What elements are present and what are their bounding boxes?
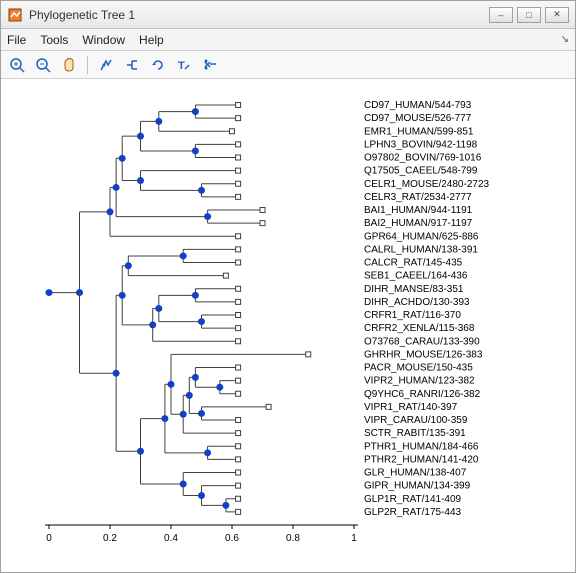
app-icon	[7, 7, 23, 23]
leaf-label: PACR_MOUSE/150-435	[364, 363, 473, 374]
leaf-label: VIPR_CARAU/100-359	[364, 415, 468, 426]
leaf-label: CALCR_RAT/145-435	[364, 258, 463, 269]
svg-text:1: 1	[351, 533, 357, 544]
menu-file[interactable]: File	[7, 33, 26, 47]
leaf-label: BAI2_HUMAN/917-1197	[364, 218, 473, 229]
toolbar: T	[1, 51, 575, 79]
leaf-label: LPHN3_BOVIN/942-1198	[364, 139, 478, 150]
svg-text:0.8: 0.8	[286, 533, 300, 544]
leaf-label: DIHR_MANSE/83-351	[364, 284, 464, 295]
svg-text:0.6: 0.6	[225, 533, 239, 544]
leaf-label: CD97_HUMAN/544-793	[364, 100, 472, 111]
titlebar: Phylogenetic Tree 1 – □ ✕	[1, 1, 575, 29]
inspect-icon[interactable]	[96, 55, 116, 75]
leaf-label: O73768_CARAU/133-390	[364, 336, 480, 347]
leaf-label: GLP2R_RAT/175-443	[364, 507, 462, 518]
app-window: Phylogenetic Tree 1 – □ ✕ File Tools Win…	[0, 0, 576, 573]
menubar: File Tools Window Help ↘	[1, 29, 575, 51]
leaf-label: CELR3_RAT/2534-2777	[364, 192, 472, 203]
leaf-label: O97802_BOVIN/769-1016	[364, 153, 482, 164]
leaf-label: CELR1_MOUSE/2480-2723	[364, 179, 490, 190]
menu-overflow-icon[interactable]: ↘	[561, 34, 569, 45]
leaf-label: Q17505_CAEEL/548-799	[364, 166, 478, 177]
svg-text:0: 0	[46, 533, 52, 544]
leaf-label: GIPR_HUMAN/134-399	[364, 481, 471, 492]
minimize-button[interactable]: –	[489, 7, 513, 23]
leaf-label: VIPR2_HUMAN/123-382	[364, 376, 475, 387]
leaf-label: Q9YHC6_RANRI/126-382	[364, 389, 481, 400]
leaf-label: CD97_MOUSE/526-777	[364, 113, 472, 124]
plot-inner[interactable]: CD97_HUMAN/544-793 CD97_MOUSE/526-777 EMR1…	[9, 87, 567, 564]
window-buttons: – □ ✕	[489, 7, 569, 23]
leaf-label: CALRL_HUMAN/138-391	[364, 244, 478, 255]
toolbar-separator	[87, 56, 88, 74]
plot-area: CD97_HUMAN/544-793 CD97_MOUSE/526-777 EMR1…	[1, 79, 575, 572]
menu-tools[interactable]: Tools	[40, 33, 68, 47]
rotate-icon[interactable]	[148, 55, 168, 75]
close-button[interactable]: ✕	[545, 7, 569, 23]
leaf-label: VIPR1_RAT/140-397	[364, 402, 458, 413]
leaf-label: CRFR1_RAT/116-370	[364, 310, 461, 321]
window-title: Phylogenetic Tree 1	[29, 8, 489, 22]
collapse-icon[interactable]	[122, 55, 142, 75]
menu-window[interactable]: Window	[82, 33, 125, 47]
leaf-label: PTHR1_HUMAN/184-466	[364, 441, 479, 452]
maximize-button[interactable]: □	[517, 7, 541, 23]
leaf-label: PTHR2_HUMAN/141-420	[364, 454, 479, 465]
menu-help[interactable]: Help	[139, 33, 164, 47]
leaf-label: GLP1R_RAT/141-409	[364, 494, 462, 505]
prune-icon[interactable]	[200, 55, 220, 75]
rename-icon[interactable]: T	[174, 55, 194, 75]
leaf-label: GLR_HUMAN/138-407	[364, 468, 467, 479]
svg-text:0.4: 0.4	[164, 533, 178, 544]
leaf-label: GHRHR_MOUSE/126-383	[364, 349, 483, 360]
pan-icon[interactable]	[59, 55, 79, 75]
leaf-label: CRFR2_XENLA/115-368	[364, 323, 475, 334]
svg-text:T: T	[178, 60, 185, 72]
leaf-label: EMR1_HUMAN/599-851	[364, 126, 474, 137]
zoom-in-icon[interactable]	[7, 55, 27, 75]
leaf-label: BAI1_HUMAN/944-1191	[364, 205, 473, 216]
svg-text:0.2: 0.2	[103, 533, 117, 544]
leaf-label: DIHR_ACHDO/130-393	[364, 297, 470, 308]
leaf-label: SEB1_CAEEL/164-436	[364, 271, 468, 282]
leaf-label: SCTR_RABIT/135-391	[364, 428, 466, 439]
leaf-label: GPR64_HUMAN/625-886	[364, 231, 479, 242]
zoom-out-icon[interactable]	[33, 55, 53, 75]
